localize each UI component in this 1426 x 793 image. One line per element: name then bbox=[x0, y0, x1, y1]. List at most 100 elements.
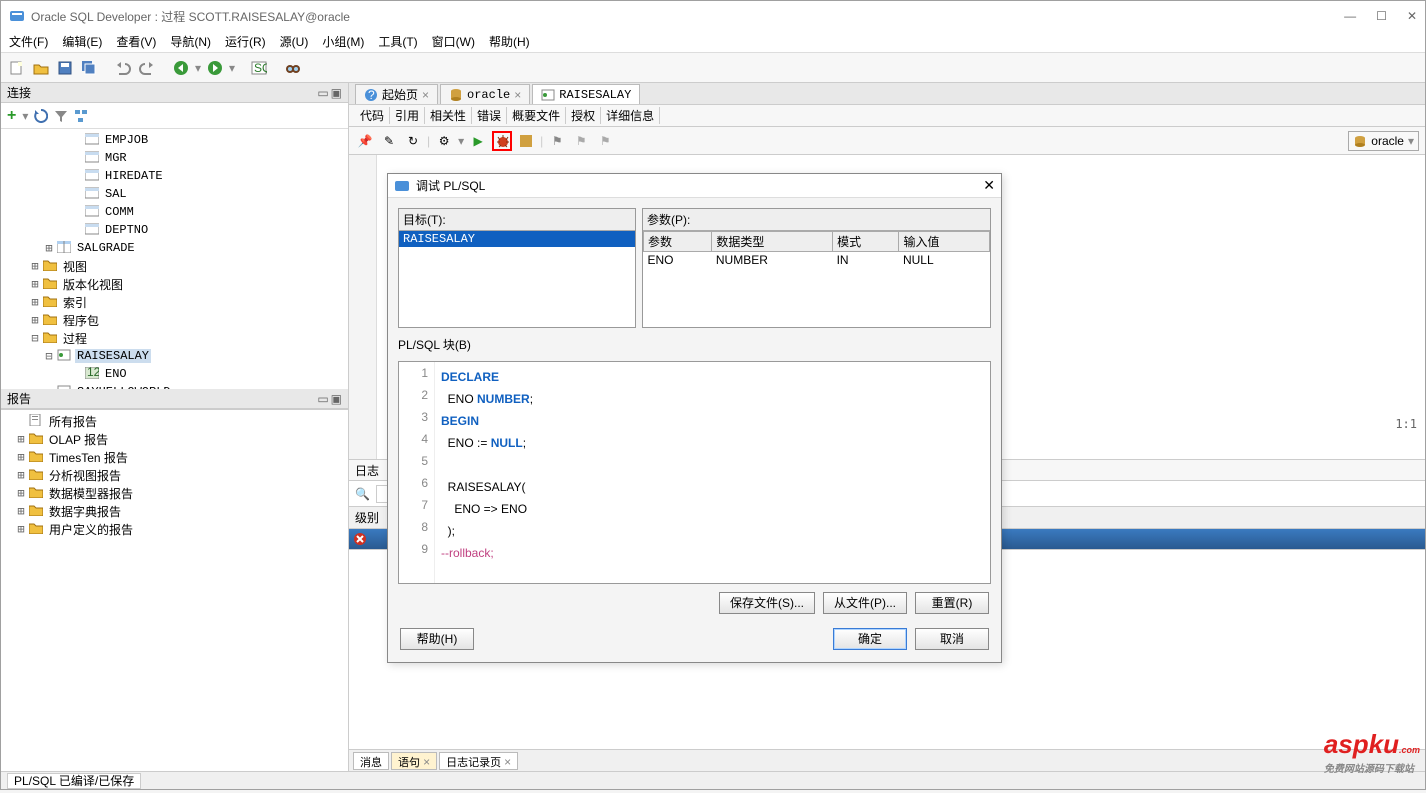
subtab[interactable]: 授权 bbox=[566, 107, 601, 124]
tree-row[interactable]: ⊟RAISESALAY bbox=[1, 347, 348, 365]
new-icon[interactable] bbox=[7, 58, 27, 78]
subtab[interactable]: 概要文件 bbox=[507, 107, 566, 124]
help-button[interactable]: 帮助(H) bbox=[400, 628, 474, 650]
watermark-tag: 免费网站源码下载站 bbox=[1324, 764, 1414, 775]
minimize-button[interactable]: — bbox=[1344, 9, 1356, 23]
document-tab[interactable]: RAISESALAY bbox=[532, 84, 640, 104]
maximize-button[interactable]: ☐ bbox=[1376, 9, 1387, 23]
tree-row[interactable]: MGR bbox=[1, 149, 348, 167]
watermark: aspku.com 免费网站源码下载站 bbox=[1324, 729, 1420, 775]
tree-row[interactable]: 123ENO bbox=[1, 365, 348, 383]
save-file-button[interactable]: 保存文件(S)... bbox=[719, 592, 815, 614]
dialog-code[interactable]: DECLARE ENO NUMBER;BEGIN ENO := NULL; RA… bbox=[435, 362, 990, 583]
undo-icon[interactable] bbox=[113, 58, 133, 78]
menu-item[interactable]: 导航(N) bbox=[170, 33, 211, 50]
tree-row[interactable]: ⊟过程 bbox=[1, 329, 348, 347]
tree-row[interactable]: 所有报告 bbox=[1, 412, 348, 430]
filter-icon[interactable] bbox=[54, 109, 68, 123]
connections-tree[interactable]: EMPJOBMGRHIREDATESALCOMMDEPTNO⊞SALGRADE⊞… bbox=[1, 129, 348, 389]
from-file-button[interactable]: 从文件(P)... bbox=[823, 592, 907, 614]
subtab[interactable]: 代码 bbox=[355, 107, 390, 124]
subtab[interactable]: 错误 bbox=[472, 107, 507, 124]
bookmark-next-icon[interactable]: ⚑ bbox=[571, 131, 591, 151]
menu-item[interactable]: 编辑(E) bbox=[62, 33, 102, 50]
tree-row[interactable]: ⊞SALGRADE bbox=[1, 239, 348, 257]
saveall-icon[interactable] bbox=[79, 58, 99, 78]
params-label: 参数(P): bbox=[643, 209, 990, 231]
svg-text:SQL: SQL bbox=[254, 61, 267, 75]
tree-row[interactable]: EMPJOB bbox=[1, 131, 348, 149]
reset-button[interactable]: 重置(R) bbox=[915, 592, 989, 614]
tree-row[interactable]: DEPTNO bbox=[1, 221, 348, 239]
back-icon[interactable] bbox=[171, 58, 191, 78]
tree-row[interactable]: ⊞程序包 bbox=[1, 311, 348, 329]
ok-button[interactable]: 确定 bbox=[833, 628, 907, 650]
search-icon[interactable]: 🔍 bbox=[355, 487, 370, 501]
panel-restore-icon[interactable]: ▣ bbox=[331, 392, 342, 406]
tree-row[interactable]: ⊞分析视图报告 bbox=[1, 466, 348, 484]
plsql-block-editor[interactable]: 123456789 DECLARE ENO NUMBER;BEGIN ENO :… bbox=[398, 361, 991, 584]
tree-icon[interactable] bbox=[74, 109, 88, 123]
cancel-button[interactable]: 取消 bbox=[915, 628, 989, 650]
refresh-icon[interactable] bbox=[34, 109, 48, 123]
target-label: 目标(T): bbox=[399, 209, 635, 231]
edit-icon[interactable]: ✎ bbox=[379, 131, 399, 151]
target-item[interactable]: RAISESALAY bbox=[399, 231, 635, 247]
tree-row[interactable]: ⊞用户定义的报告 bbox=[1, 520, 348, 538]
menu-item[interactable]: 文件(F) bbox=[9, 33, 48, 50]
debug-icon[interactable] bbox=[492, 131, 512, 151]
tree-row[interactable]: ⊞视图 bbox=[1, 257, 348, 275]
panel-min-icon[interactable]: ▭ bbox=[317, 86, 328, 100]
log-tab[interactable]: 日志记录页 × bbox=[439, 752, 518, 770]
binoculars-icon[interactable] bbox=[283, 58, 303, 78]
log-tab[interactable]: 语句 × bbox=[391, 752, 437, 770]
menu-item[interactable]: 运行(R) bbox=[225, 33, 266, 50]
subtab[interactable]: 详细信息 bbox=[601, 107, 660, 124]
reports-tree[interactable]: 所有报告⊞OLAP 报告⊞TimesTen 报告⊞分析视图报告⊞数据模型器报告⊞… bbox=[1, 409, 348, 771]
menu-item[interactable]: 源(U) bbox=[280, 33, 309, 50]
menu-item[interactable]: 小组(M) bbox=[322, 33, 364, 50]
menu-item[interactable]: 工具(T) bbox=[378, 33, 417, 50]
pin-icon[interactable]: 📌 bbox=[355, 131, 375, 151]
statusbar: PL/SQL 已编译/已保存 bbox=[1, 771, 1425, 789]
refresh2-icon[interactable]: ↻ bbox=[403, 131, 423, 151]
document-tab[interactable]: ?起始页 × bbox=[355, 84, 438, 104]
tree-row[interactable]: ⊞数据模型器报告 bbox=[1, 484, 348, 502]
open-icon[interactable] bbox=[31, 58, 51, 78]
gear-icon[interactable]: ⚙ bbox=[434, 131, 454, 151]
forward-icon[interactable] bbox=[205, 58, 225, 78]
log-tab[interactable]: 消息 bbox=[353, 752, 389, 770]
connection-name: oracle bbox=[1371, 134, 1404, 148]
params-table[interactable]: 参数数据类型模式输入值 ENONUMBERINNULL bbox=[643, 231, 990, 268]
tree-row[interactable]: ⊞索引 bbox=[1, 293, 348, 311]
sql-icon[interactable]: SQL bbox=[249, 58, 269, 78]
connection-selector[interactable]: oracle ▾ bbox=[1348, 131, 1419, 151]
target-list[interactable]: RAISESALAY bbox=[399, 231, 635, 327]
run-icon[interactable]: ▶ bbox=[468, 131, 488, 151]
bookmark-prev-icon[interactable]: ⚑ bbox=[595, 131, 615, 151]
subtab[interactable]: 引用 bbox=[390, 107, 425, 124]
dialog-close-icon[interactable]: ✕ bbox=[983, 177, 995, 194]
tree-row[interactable]: HIREDATE bbox=[1, 167, 348, 185]
connections-toolbar: +▾ bbox=[1, 103, 348, 129]
subtab[interactable]: 相关性 bbox=[425, 107, 472, 124]
tree-row[interactable]: ⊞TimesTen 报告 bbox=[1, 448, 348, 466]
redo-icon[interactable] bbox=[137, 58, 157, 78]
menu-item[interactable]: 窗口(W) bbox=[432, 33, 475, 50]
bookmark-icon[interactable]: ⚑ bbox=[547, 131, 567, 151]
tree-row[interactable]: ⊞数据字典报告 bbox=[1, 502, 348, 520]
tree-row[interactable]: ⊞OLAP 报告 bbox=[1, 430, 348, 448]
tree-row[interactable]: ⊞版本化视图 bbox=[1, 275, 348, 293]
menu-item[interactable]: 查看(V) bbox=[116, 33, 156, 50]
tree-row[interactable]: SAL bbox=[1, 185, 348, 203]
tree-row[interactable]: COMM bbox=[1, 203, 348, 221]
profile-icon[interactable] bbox=[516, 131, 536, 151]
reports-label: 报告 bbox=[7, 390, 31, 407]
menu-item[interactable]: 帮助(H) bbox=[489, 33, 530, 50]
panel-min-icon[interactable]: ▭ bbox=[317, 392, 328, 406]
add-connection-icon[interactable]: + bbox=[7, 107, 16, 125]
document-tab[interactable]: oracle × bbox=[440, 84, 530, 104]
panel-restore-icon[interactable]: ▣ bbox=[331, 86, 342, 100]
save-icon[interactable] bbox=[55, 58, 75, 78]
close-button[interactable]: ✕ bbox=[1407, 9, 1417, 23]
